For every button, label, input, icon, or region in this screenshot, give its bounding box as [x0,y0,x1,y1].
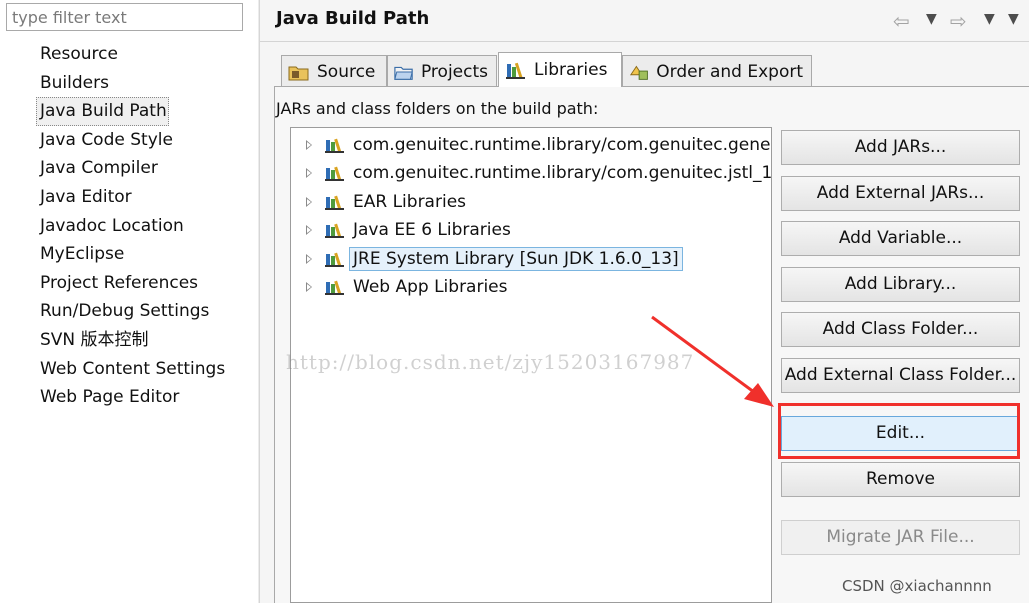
edit-highlight-box [778,403,1020,459]
library-books-icon [506,62,525,79]
add-library-button[interactable]: Add Library... [781,267,1020,302]
nav-item-javadoc-location[interactable]: Javadoc Location [36,212,256,241]
source-folder-icon [288,66,309,80]
expand-arrow-icon[interactable] [306,168,312,178]
nav-item-java-compiler[interactable]: Java Compiler [36,154,256,183]
back-dropdown-icon[interactable]: ▼ [926,11,937,27]
preferences-sidebar: Resource Builders Java Build Path Java C… [0,0,258,603]
forward-dropdown-icon[interactable]: ▼ [984,11,995,27]
tree-item-selected[interactable]: JRE System Library [Sun JDK 1.6.0_13] [291,245,771,273]
back-arrow-icon[interactable]: ⇦ [893,9,910,33]
remove-button[interactable]: Remove [781,462,1020,497]
library-jar-icon [325,280,344,295]
attribution: CSDN @xiachannnn [842,577,992,595]
tab-label: Libraries [534,60,608,80]
tree-item[interactable]: com.genuitec.runtime.library/com.genuite… [291,131,771,159]
nav-item-web-page-editor[interactable]: Web Page Editor [36,383,256,412]
expand-arrow-icon[interactable] [306,140,312,150]
nav-item-builders[interactable]: Builders [36,69,256,98]
nav-item-web-content-settings[interactable]: Web Content Settings [36,355,256,384]
tree-item-label: Web App Libraries [353,277,508,297]
tree-item-label: com.genuitec.runtime.library/com.genuite… [353,135,772,155]
tree-item[interactable]: EAR Libraries [291,188,771,216]
page-title: Java Build Path [276,8,430,29]
tree-item-label: com.genuitec.runtime.library/com.genuite… [353,163,772,183]
nav-item-resource[interactable]: Resource [36,40,256,69]
nav-item-myeclipse[interactable]: MyEclipse [36,240,256,269]
library-jar-icon [325,195,344,210]
add-external-class-folder-button[interactable]: Add External Class Folder... [781,358,1020,393]
nav-item-run-debug-settings[interactable]: Run/Debug Settings [36,297,256,326]
tab-libraries[interactable]: Libraries [498,52,622,87]
preference-tree: Resource Builders Java Build Path Java C… [36,40,256,412]
library-jar-icon [325,252,344,267]
migrate-jar-file-button: Migrate JAR File... [781,520,1020,555]
nav-item-java-code-style[interactable]: Java Code Style [36,126,256,155]
filter-input[interactable] [6,3,243,31]
forward-arrow-icon[interactable]: ⇨ [950,9,967,33]
tree-item-label: EAR Libraries [353,192,467,212]
library-jar-icon [325,138,344,153]
annotation-arrow-icon [651,315,774,407]
tree-item-label: JRE System Library [Sun JDK 1.6.0_13] [349,247,683,271]
project-folder-icon [394,66,413,80]
library-jar-icon [325,166,344,181]
tab-source[interactable]: Source [281,55,387,87]
add-variable-button[interactable]: Add Variable... [781,221,1020,256]
view-menu-icon[interactable]: ▼ [1008,11,1019,27]
nav-item-java-build-path[interactable]: Java Build Path [36,97,169,126]
add-jars-button[interactable]: Add JARs... [781,130,1020,165]
nav-item-svn[interactable]: SVN 版本控制 [36,326,256,355]
tab-label: Order and Export [656,61,803,82]
order-export-icon [629,65,648,80]
expand-arrow-icon[interactable] [306,282,312,292]
nav-item-java-editor[interactable]: Java Editor [36,183,256,212]
expand-arrow-icon[interactable] [306,225,312,235]
tree-item[interactable]: com.genuitec.runtime.library/com.genuite… [291,159,771,187]
page-header: Java Build Path ⇦ ▼ ⇨ ▼ ▼ [260,0,1029,42]
library-jar-icon [325,223,344,238]
tab-label: Projects [420,61,488,82]
tab-order-and-export[interactable]: Order and Export [622,55,812,87]
add-external-jars-button[interactable]: Add External JARs... [781,176,1020,211]
expand-arrow-icon[interactable] [306,197,312,207]
expand-arrow-icon[interactable] [306,254,312,264]
panel-caption: JARs and class folders on the build path… [276,99,599,118]
add-class-folder-button[interactable]: Add Class Folder... [781,312,1020,347]
tree-item[interactable]: Web App Libraries [291,273,771,301]
tab-projects[interactable]: Projects [387,55,497,87]
tab-label: Source [317,61,376,82]
tree-item[interactable]: Java EE 6 Libraries [291,216,771,244]
tree-item-label: Java EE 6 Libraries [353,220,511,240]
nav-item-project-references[interactable]: Project References [36,269,256,298]
